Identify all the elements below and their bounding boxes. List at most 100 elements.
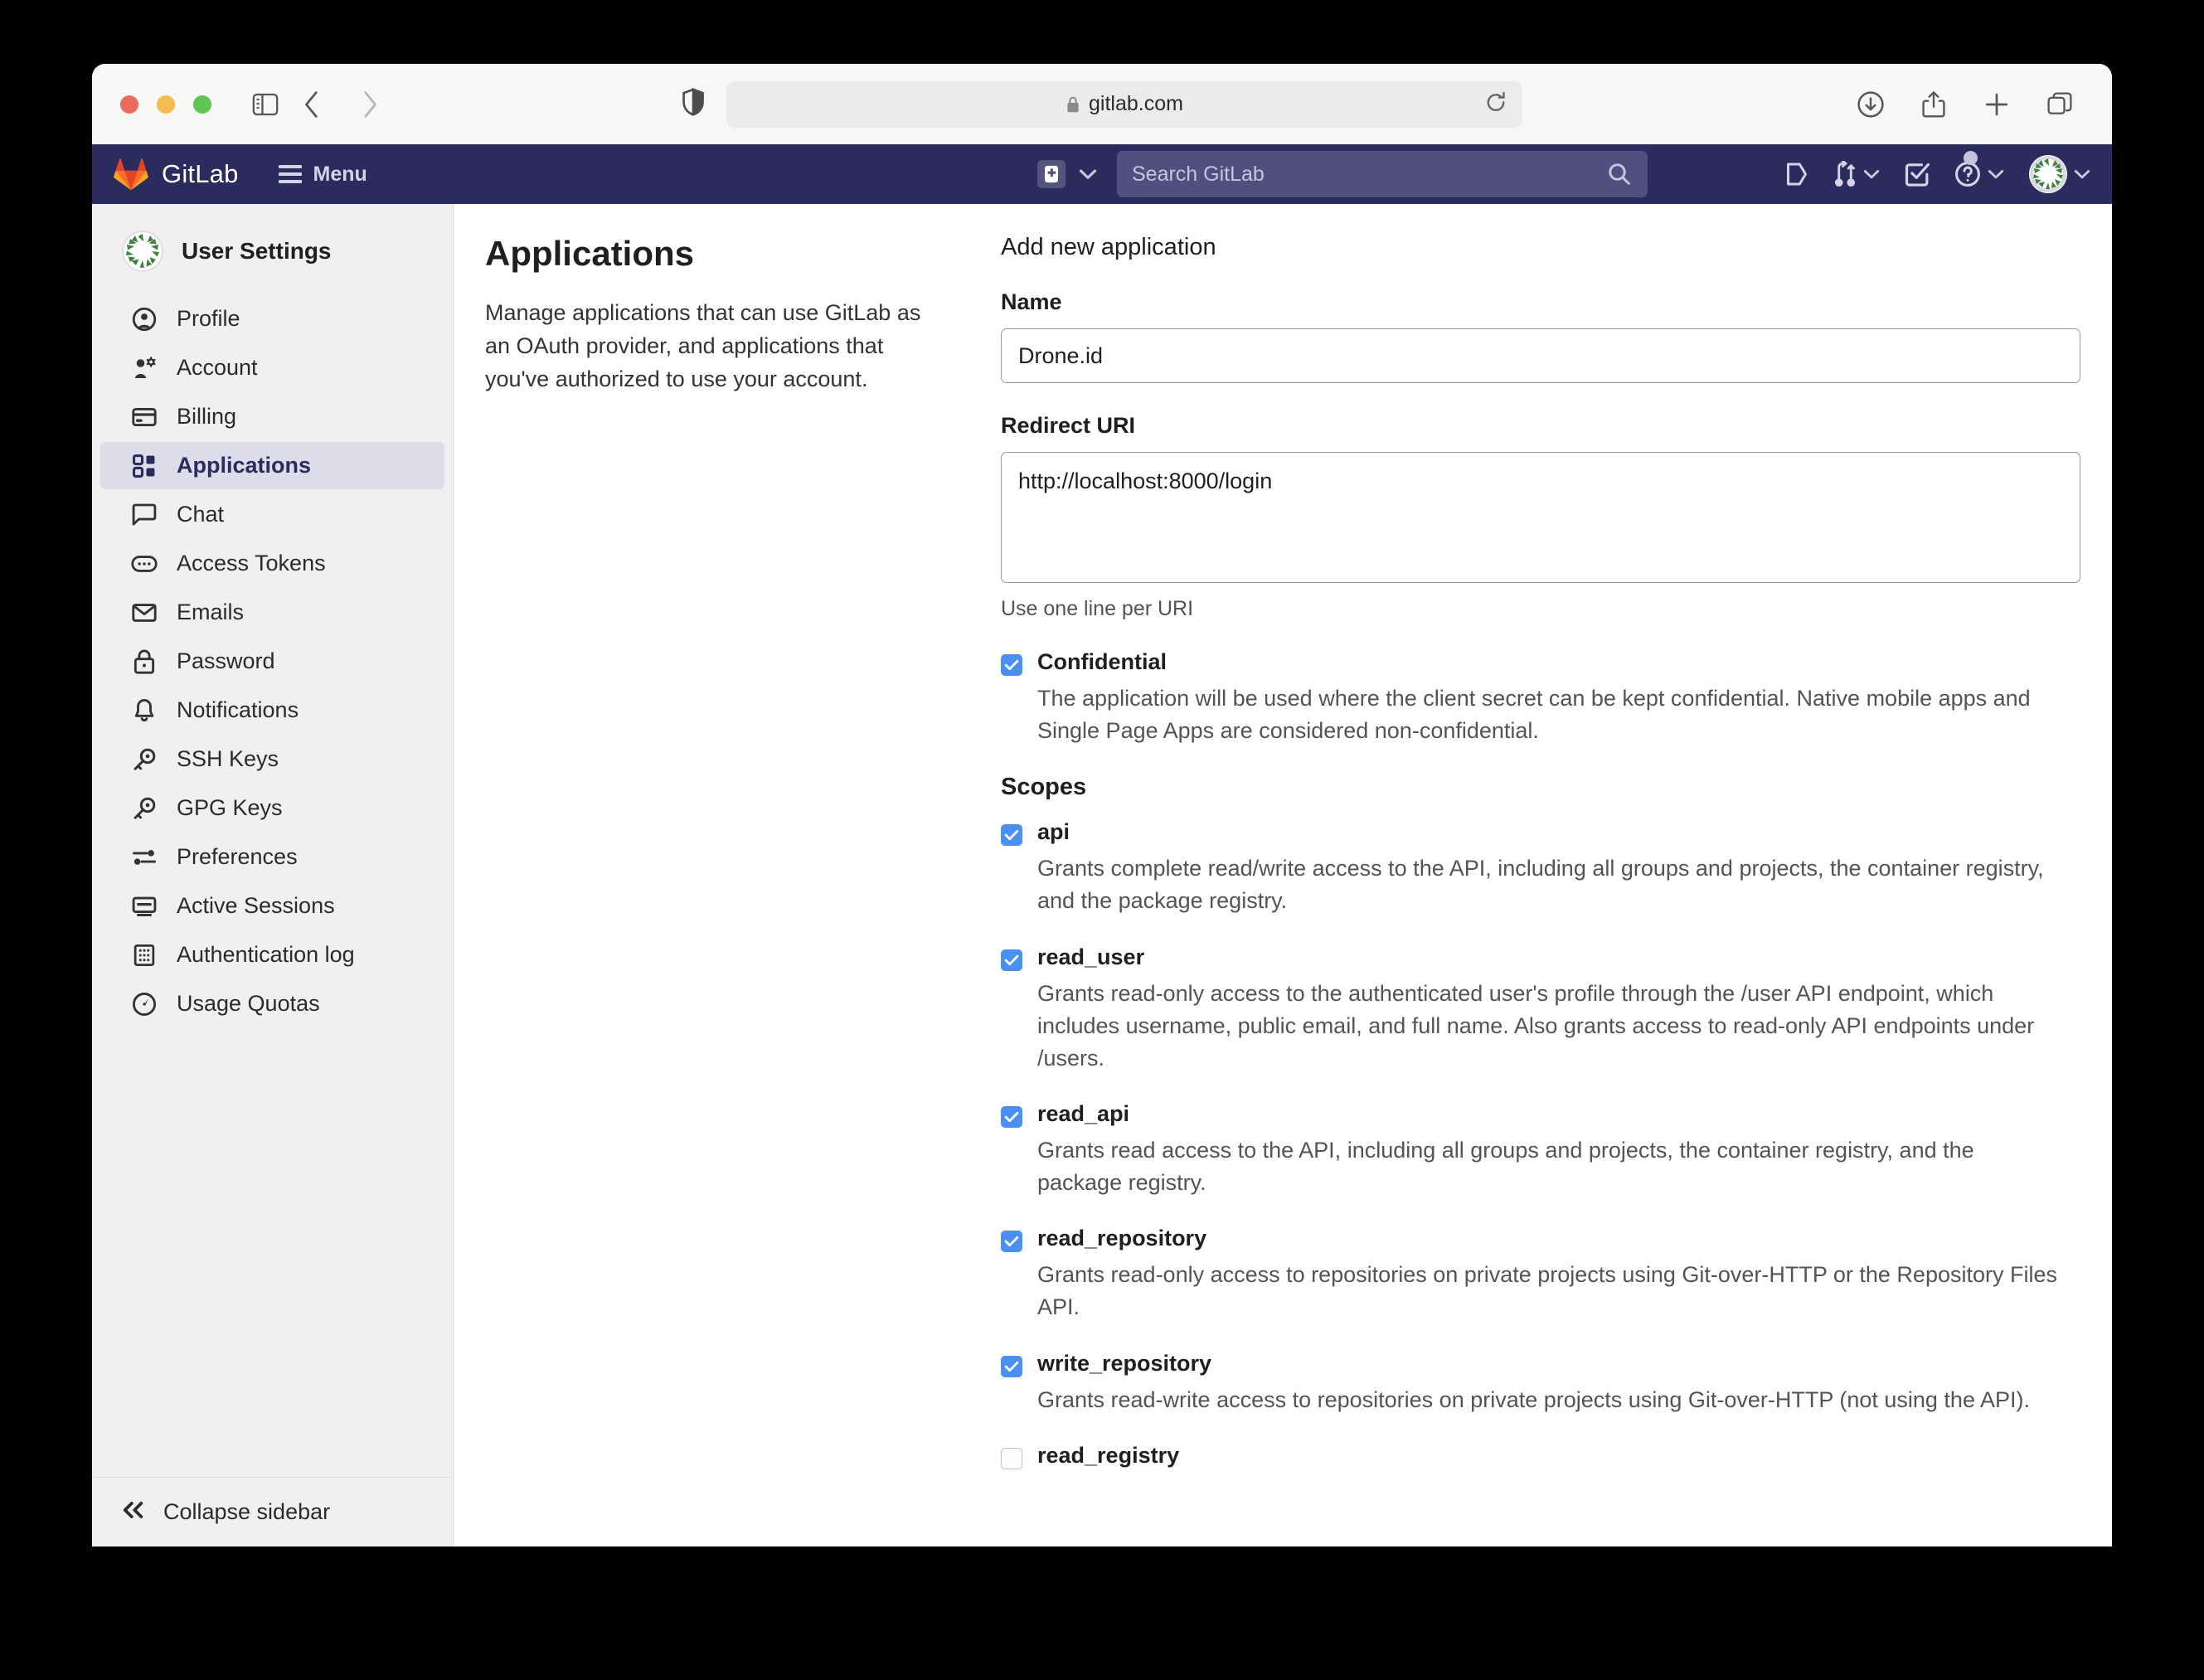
- ssh-keys-icon: [130, 748, 158, 771]
- scope-row-read-repository[interactable]: read_repository: [1001, 1226, 2080, 1253]
- sidebar-item-label: GPG Keys: [177, 795, 283, 820]
- avatar: [122, 231, 163, 272]
- traffic-lights: [120, 95, 211, 114]
- preferences-icon: [130, 847, 158, 868]
- forward-icon[interactable]: [351, 85, 389, 124]
- sidebar-item-preferences[interactable]: Preferences: [100, 833, 444, 881]
- confidential-checkbox-row[interactable]: Confidential: [1001, 649, 2080, 676]
- sidebar-item-access-tokens[interactable]: Access Tokens: [100, 540, 444, 587]
- scope-label: write_repository: [1037, 1350, 1212, 1376]
- chevron-down-icon: [1863, 168, 1880, 180]
- sidebar-item-account[interactable]: Account: [100, 344, 444, 391]
- sidebar-item-label: Chat: [177, 502, 225, 527]
- scope-label: read_registry: [1037, 1442, 1180, 1468]
- toolbar-right-tools: [1852, 85, 2079, 124]
- back-icon[interactable]: [293, 85, 331, 124]
- page-description: Manage applications that can use GitLab …: [485, 300, 921, 391]
- zoom-window-button[interactable]: [193, 95, 211, 114]
- user-menu-group[interactable]: [2029, 155, 2090, 193]
- sidebar-item-chat[interactable]: Chat: [100, 491, 444, 538]
- sidebar-item-password[interactable]: Password: [100, 638, 444, 685]
- close-window-button[interactable]: [120, 95, 138, 114]
- confidential-checkbox[interactable]: [1001, 654, 1022, 676]
- scope-checkbox-api[interactable]: [1001, 824, 1022, 847]
- name-label: Name: [1001, 289, 1062, 314]
- sidebar-item-label: Access Tokens: [177, 551, 326, 575]
- gitlab-brand[interactable]: GitLab: [114, 157, 239, 192]
- scopes-heading: Scopes: [1001, 774, 1087, 801]
- chevron-double-left-icon: [122, 1499, 145, 1525]
- password-icon: [130, 649, 158, 674]
- merge-requests-icon: [1833, 161, 1857, 187]
- scope-row-read-registry[interactable]: read_registry: [1001, 1443, 2080, 1469]
- search-input[interactable]: Search GitLab: [1117, 151, 1648, 197]
- page-title: Applications: [485, 234, 695, 273]
- sidebar-icon[interactable]: [246, 85, 284, 124]
- chevron-down-icon[interactable]: [1079, 168, 1097, 181]
- plus-icon[interactable]: [1037, 160, 1066, 188]
- scope-description: Grants read-only access to the authentic…: [1037, 980, 2035, 1071]
- confidential-label: Confidential: [1037, 649, 1167, 674]
- url-text: gitlab.com: [1089, 92, 1183, 115]
- scope-row-write-repository[interactable]: write_repository: [1001, 1351, 2080, 1377]
- new-tab-icon[interactable]: [1978, 85, 2016, 124]
- navigation-buttons: [293, 85, 389, 124]
- scope-checkbox-read-api[interactable]: [1001, 1105, 1022, 1128]
- gitlab-logo-icon: [114, 158, 148, 191]
- gpg-keys-icon: [130, 797, 158, 820]
- scope-checkbox-read-repository[interactable]: [1001, 1231, 1022, 1253]
- scope-checkbox-write-repository[interactable]: [1001, 1355, 1022, 1377]
- downloads-icon[interactable]: [1852, 85, 1890, 124]
- active-sessions-icon: [130, 896, 158, 917]
- sidebar-scroll: User Settings Profile Account Billing Ap…: [92, 204, 453, 1477]
- sidebar-item-profile[interactable]: Profile: [100, 295, 444, 342]
- menu-button[interactable]: Menu: [270, 156, 376, 193]
- sidebar-title: User Settings: [182, 238, 332, 264]
- sidebar-item-label: Usage Quotas: [177, 991, 320, 1016]
- reload-icon[interactable]: [1484, 90, 1507, 118]
- menu-label: Menu: [313, 162, 367, 186]
- help-group[interactable]: [1954, 151, 2004, 187]
- sidebar-item-gpg-keys[interactable]: GPG Keys: [100, 784, 444, 832]
- sidebar-item-usage-quotas[interactable]: Usage Quotas: [100, 980, 444, 1027]
- sidebar-item-ssh-keys[interactable]: SSH Keys: [100, 736, 444, 783]
- scope-row-read-api[interactable]: read_api: [1001, 1101, 2080, 1128]
- hamburger-icon: [278, 165, 302, 183]
- scope-description: Grants complete read/write access to the…: [1037, 856, 2044, 914]
- sidebar-item-applications[interactable]: Applications: [100, 442, 444, 489]
- issues-icon[interactable]: [1785, 162, 1808, 187]
- sidebar-item-label: Authentication log: [177, 942, 355, 967]
- url-bar[interactable]: gitlab.com: [726, 80, 1522, 128]
- todos-icon[interactable]: [1905, 162, 1930, 187]
- sidebar-item-notifications[interactable]: Notifications: [100, 687, 444, 734]
- add-application-form: Add new application Name Redirect URI ht…: [1001, 234, 2112, 1546]
- redirect-uri-textarea[interactable]: http://localhost:8000/login: [1001, 452, 2080, 583]
- sidebar-header: User Settings: [92, 212, 453, 294]
- sidebar-item-billing[interactable]: Billing: [100, 393, 444, 440]
- minimize-window-button[interactable]: [157, 95, 175, 114]
- gitlab-brand-label: GitLab: [162, 159, 239, 188]
- scope-row-read-user[interactable]: read_user: [1001, 944, 2080, 971]
- tab-overview-icon[interactable]: [2041, 85, 2079, 124]
- main-content: Applications Manage applications that ca…: [454, 204, 2112, 1546]
- sidebar-item-active-sessions[interactable]: Active Sessions: [100, 882, 444, 930]
- collapse-sidebar-button[interactable]: Collapse sidebar: [92, 1477, 453, 1546]
- shield-icon[interactable]: [682, 87, 705, 120]
- account-icon: [130, 356, 158, 381]
- notifications-icon: [130, 698, 158, 723]
- scope-checkbox-read-user[interactable]: [1001, 949, 1022, 971]
- settings-sidebar: User Settings Profile Account Billing Ap…: [92, 204, 454, 1546]
- merge-requests-group[interactable]: [1833, 161, 1880, 187]
- sidebar-item-label: Account: [177, 355, 258, 380]
- share-icon[interactable]: [1915, 85, 1953, 124]
- profile-icon: [130, 307, 158, 332]
- scope-label: read_user: [1037, 944, 1145, 969]
- scope-checkbox-read-registry[interactable]: [1001, 1447, 1022, 1469]
- sidebar-item-authentication-log[interactable]: Authentication log: [100, 931, 444, 978]
- sidebar-item-label: Active Sessions: [177, 893, 335, 918]
- scope-row-api[interactable]: api: [1001, 819, 2080, 847]
- sidebar-item-emails[interactable]: Emails: [100, 589, 444, 636]
- name-input[interactable]: [1001, 328, 2080, 383]
- sidebar-item-label: Notifications: [177, 697, 299, 722]
- address-bar-group: gitlab.com: [682, 80, 1522, 128]
